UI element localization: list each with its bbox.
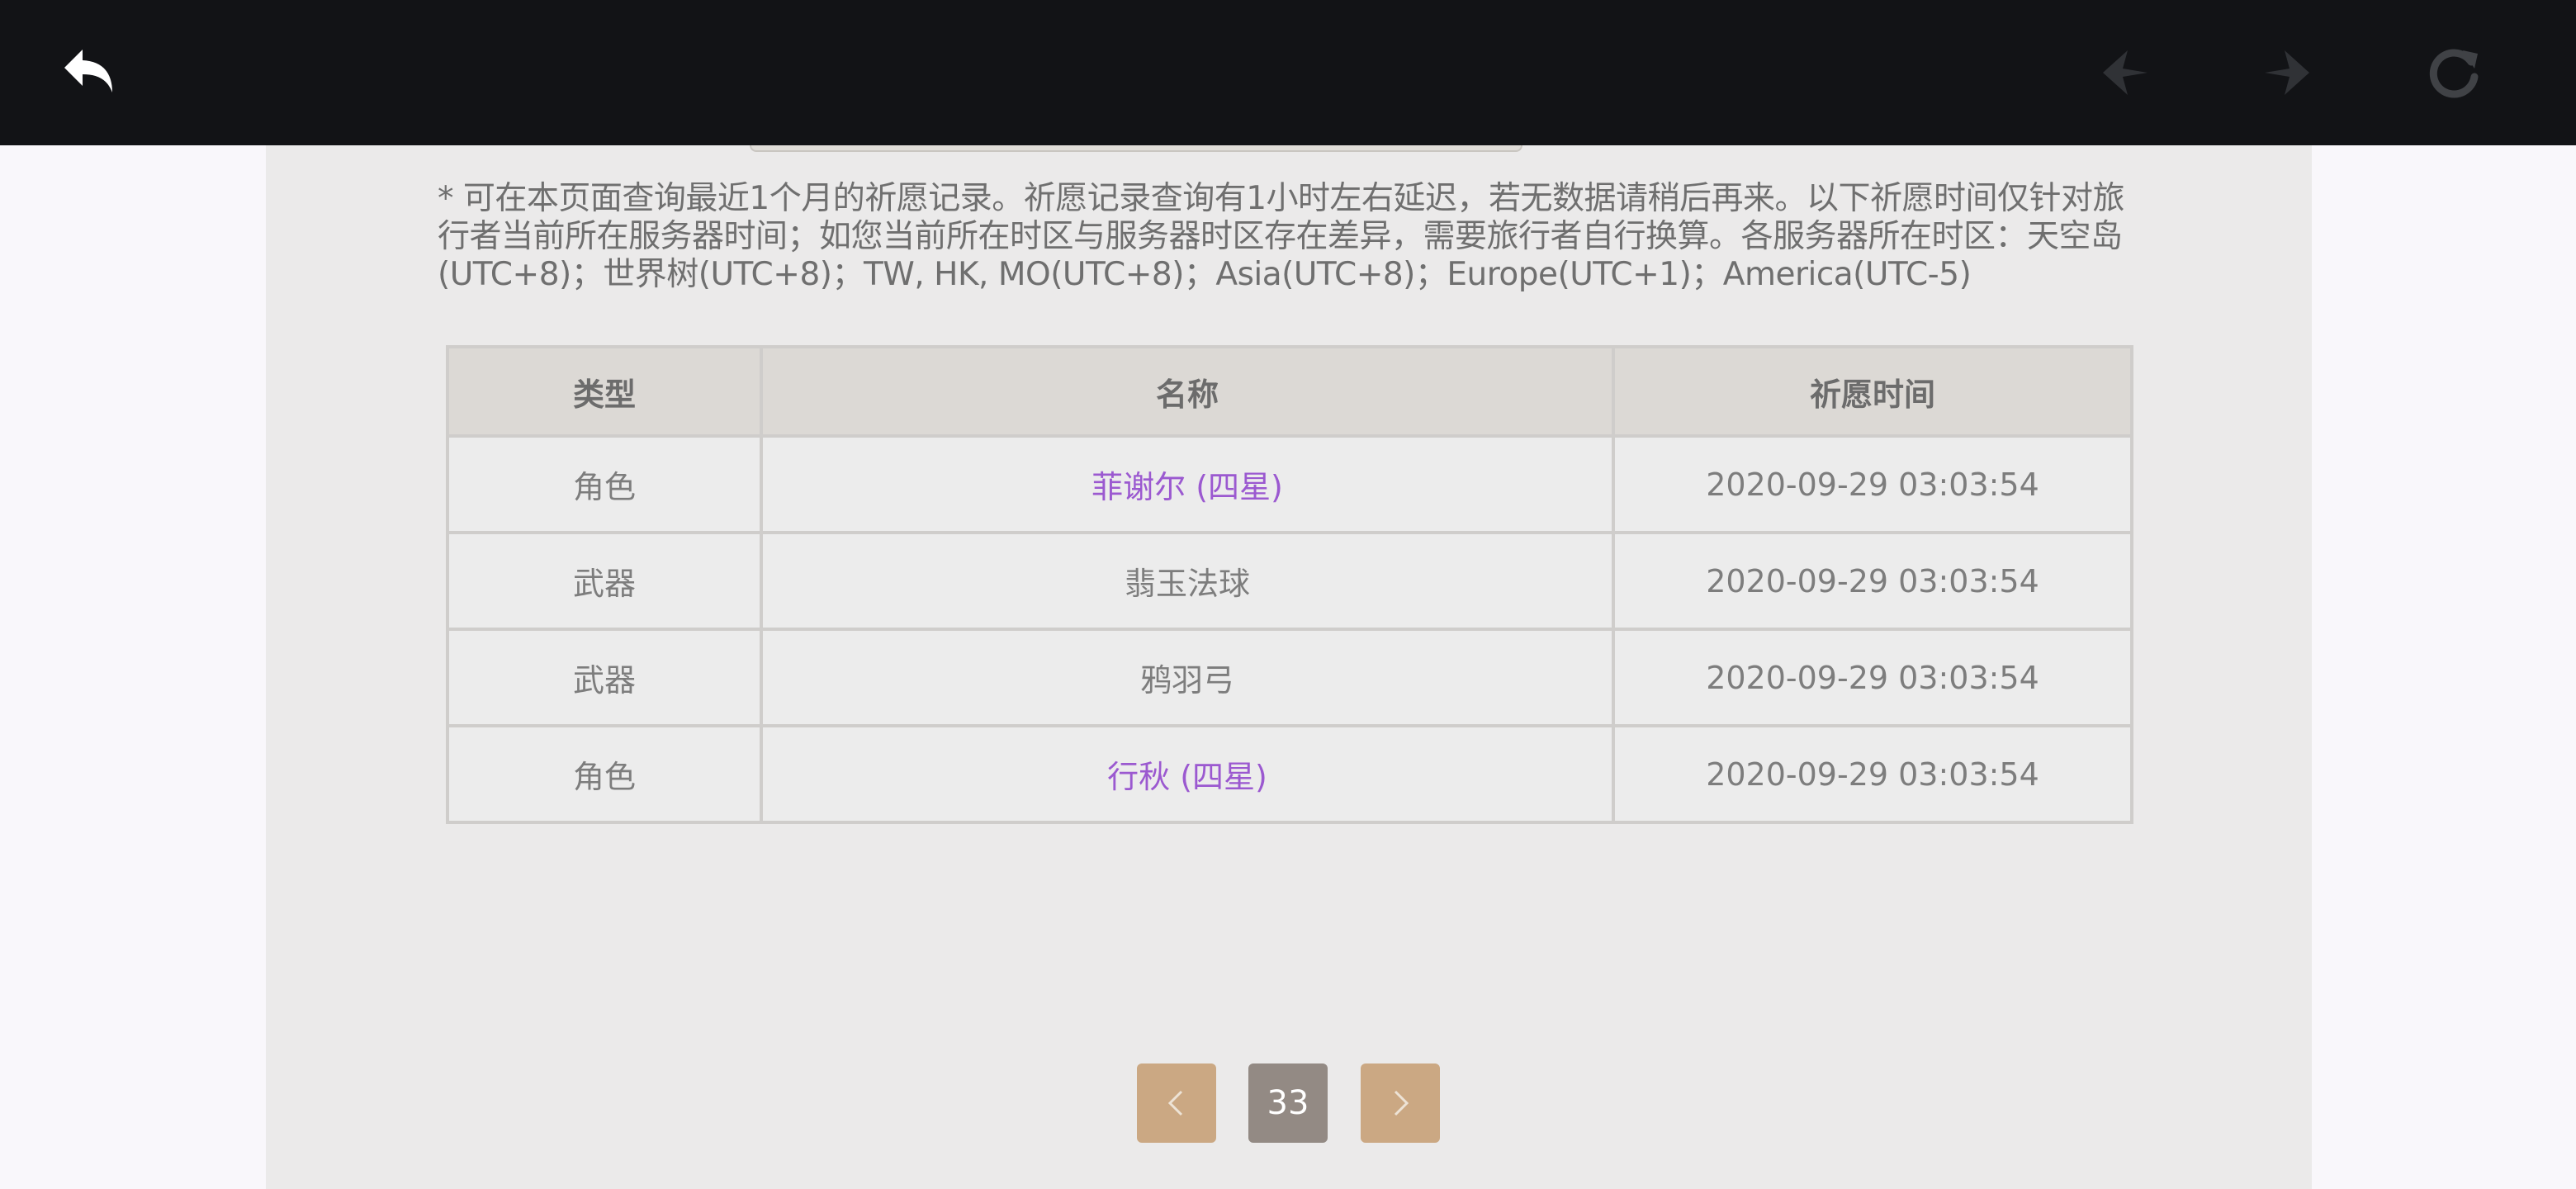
cell-type: 武器 [446, 628, 763, 727]
wish-history-table: 类型 名称 祈愿时间 角色 菲谢尔 (四星) 2020-09-29 03:03:… [446, 345, 2133, 824]
nav-back-icon[interactable] [2089, 36, 2162, 109]
nav-forward-icon[interactable] [2251, 36, 2323, 109]
header-time: 祈愿时间 [1612, 345, 2133, 438]
table-row: 角色 菲谢尔 (四星) 2020-09-29 03:03:54 [446, 434, 2133, 534]
cell-name: 鸦羽弓 [760, 628, 1615, 727]
cell-time: 2020-09-29 03:03:54 [1612, 628, 2133, 727]
cell-type: 角色 [446, 724, 763, 824]
table-row: 武器 鸦羽弓 2020-09-29 03:03:54 [446, 628, 2133, 727]
chevron-left-icon [1167, 1090, 1183, 1116]
cell-name: 翡玉法球 [760, 531, 1615, 631]
refresh-icon[interactable] [2417, 36, 2490, 109]
back-arrow-icon[interactable] [54, 36, 127, 109]
cell-time: 2020-09-29 03:03:54 [1612, 724, 2133, 824]
cell-name: 行秋 (四星) [760, 724, 1615, 824]
cell-type: 武器 [446, 531, 763, 631]
cell-time: 2020-09-29 03:03:54 [1612, 531, 2133, 631]
notice-text: * 可在本页面查询最近1个月的祈愿记录。祈愿记录查询有1小时左右延迟，若无数据请… [438, 180, 2125, 293]
prev-page-button[interactable] [1137, 1063, 1216, 1143]
header-type: 类型 [446, 345, 763, 438]
next-page-button[interactable] [1361, 1063, 1440, 1143]
table-row: 角色 行秋 (四星) 2020-09-29 03:03:54 [446, 724, 2133, 824]
panel-tab-edge [750, 145, 1522, 152]
chevron-right-icon [1394, 1090, 1409, 1116]
table-row: 武器 翡玉法球 2020-09-29 03:03:54 [446, 531, 2133, 631]
current-page-indicator: 33 [1248, 1063, 1328, 1143]
cell-name: 菲谢尔 (四星) [760, 434, 1615, 534]
cell-time: 2020-09-29 03:03:54 [1612, 434, 2133, 534]
top-bar [0, 0, 2576, 145]
cell-type: 角色 [446, 434, 763, 534]
table-header-row: 类型 名称 祈愿时间 [446, 345, 2133, 438]
header-name: 名称 [760, 345, 1615, 438]
